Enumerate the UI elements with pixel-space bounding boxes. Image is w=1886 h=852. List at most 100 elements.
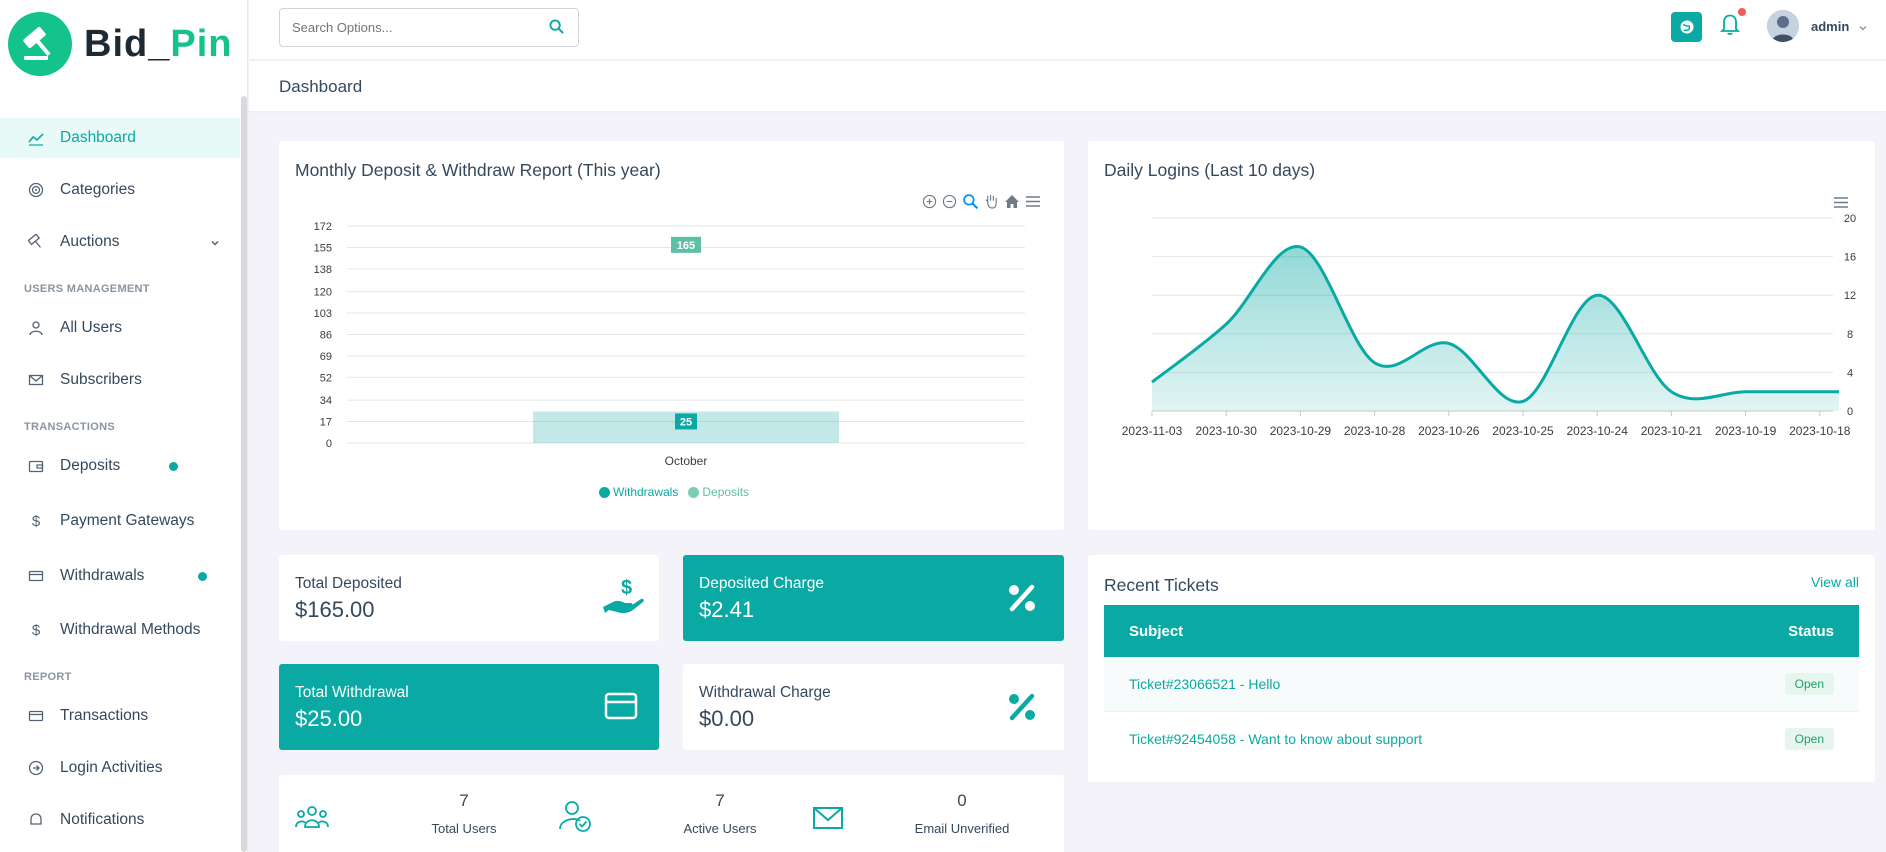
users-group-icon [295,803,329,836]
view-all-tickets-link[interactable]: View all [1811,574,1859,590]
sidebar-item-label: Subscribers [60,371,142,388]
y-tick-label: 16 [1844,252,1856,264]
sidebar-item-label: Auctions [60,233,120,250]
sidebar-item-transactions[interactable]: Transactions [0,696,240,736]
data-label-withdrawals: 25 [680,416,692,428]
stat-label: Total Deposited [295,575,402,592]
user-name[interactable]: admin [1811,19,1849,34]
stat-label: Deposited Charge [699,575,824,592]
globe-button[interactable] [1671,12,1702,42]
svg-text:$: $ [621,577,632,599]
stat-value: 7 [459,791,469,810]
y-tick-label: 52 [320,372,332,384]
stat-value: 7 [715,791,725,810]
x-tick-label: 2023-10-28 [1344,424,1406,438]
legend-deposits[interactable]: Deposits [688,485,749,499]
search-box [279,8,579,47]
sidebar-item-all-users[interactable]: All Users [0,308,240,348]
globe-icon [1680,20,1693,34]
stat-value: $2.41 [699,597,755,622]
search-input[interactable] [280,9,530,46]
table-row[interactable]: Ticket#92454058 - Want to know about sup… [1104,712,1859,767]
y-tick-label: 34 [320,395,332,407]
withdrawals-pending-dot [198,572,207,581]
sidebar-item-withdrawal-methods[interactable]: $ Withdrawal Methods [0,610,240,650]
notification-button[interactable] [1719,8,1746,41]
sidebar-item-label: Dashboard [60,129,136,146]
area-chart: 20 16 12 8 4 0 2023-11-03 2023-10-30 2023-10-29 2… [1122,213,1856,438]
total-deposited-card[interactable]: Total Deposited $165.00 $ [279,555,659,641]
x-tick-label: 2023-10-25 [1492,424,1554,438]
section-transactions: TRANSACTIONS [24,421,115,433]
ticket-subject-link[interactable]: Ticket#23066521 - Hello [1129,676,1280,692]
y-tick-label: 155 [314,242,332,254]
tickets-table-header: Subject Status [1104,605,1859,657]
bar-chart: 172 155 138 120 103 86 69 52 34 17 0 25 165 October [314,221,1025,468]
sign-in-icon [26,758,46,778]
y-tick-label: 12 [1844,290,1856,302]
sidebar-menu: Dashboard Categories Auctions USERS MANA… [0,118,240,840]
page-header: Dashboard [249,61,1886,111]
legend-withdrawals-label: Withdrawals [613,485,679,499]
credit-card-icon [26,706,46,726]
credit-card-icon [26,566,46,586]
wallet-icon [26,456,46,476]
data-label-deposits: 165 [677,240,695,252]
chart-legend: Withdrawals Deposits [599,485,749,499]
avatar[interactable] [1767,10,1799,42]
search-icon[interactable] [549,19,564,39]
sidebar-item-label: Withdrawals [60,567,145,584]
fingerprint-icon [26,180,46,200]
sidebar-item-label: Deposits [60,457,121,474]
ticket-subject-link[interactable]: Ticket#92454058 - Want to know about sup… [1129,731,1422,747]
chart-title: Monthly Deposit & Withdraw Report (This … [295,160,661,180]
y-tick-label: 69 [320,351,332,363]
legend-deposits-label: Deposits [702,485,750,499]
users-summary-card: 7 Total Users 7 Active Users 0 Email Unv… [279,775,1064,852]
recent-tickets-card: Recent Tickets View all Subject Status T… [1088,555,1875,782]
topbar: admin [249,0,1886,60]
tickets-title: Recent Tickets [1104,575,1219,595]
sidebar-item-label: Categories [60,181,135,198]
legend-withdrawals[interactable]: Withdrawals [599,485,678,499]
envelope-icon [812,806,844,835]
sidebar-item-subscribers[interactable]: Subscribers [0,360,240,400]
sidebar-item-label: Notifications [60,811,145,828]
stat-value: $0.00 [699,706,755,731]
chart-line-icon [26,128,46,148]
envelope-icon [26,370,46,390]
sidebar-item-categories[interactable]: Categories [0,170,240,210]
y-tick-label: 0 [1847,406,1853,418]
brand-logo[interactable]: Bid_Pin [8,12,232,76]
brand-name: Bid_Pin [84,23,232,66]
sidebar-item-payment-gateways[interactable]: $ Payment Gateways [0,501,240,541]
y-tick-label: 120 [314,287,332,299]
sidebar-item-withdrawals[interactable]: Withdrawals [0,556,240,596]
sidebar-item-label: Login Activities [60,759,163,776]
credit-card-icon [604,692,638,725]
status-badge: Open [1784,673,1834,695]
total-withdrawal-card[interactable]: Total Withdrawal $25.00 [279,664,659,750]
y-tick-label: 138 [314,264,332,276]
chart-title: Daily Logins (Last 10 days) [1104,160,1316,180]
y-tick-label: 0 [326,438,332,450]
sidebar-item-auctions[interactable]: Auctions [0,222,240,262]
sidebar-item-dashboard[interactable]: Dashboard [0,118,240,158]
table-row[interactable]: Ticket#23066521 - Hello Open [1104,657,1859,712]
sidebar-item-login-activities[interactable]: Login Activities [0,748,240,788]
sidebar-scrollbar[interactable] [241,96,247,852]
x-tick-label: 2023-10-29 [1270,424,1332,438]
deposited-charge-card[interactable]: Deposited Charge $2.41 [683,555,1064,641]
y-tick-label: 17 [320,417,332,429]
y-tick-label: 20 [1844,213,1856,225]
sidebar-item-deposits[interactable]: Deposits [0,446,240,486]
withdrawal-charge-card[interactable]: Withdrawal Charge $0.00 [683,664,1064,750]
sidebar-item-notifications[interactable]: Notifications [0,800,240,840]
y-tick-label: 172 [314,221,332,233]
deposit-withdraw-chart-card: Monthly Deposit & Withdraw Report (This … [279,141,1064,530]
y-tick-label: 86 [320,330,332,342]
y-tick-label: 8 [1847,329,1853,341]
chevron-down-icon[interactable] [1858,20,1868,38]
y-tick-label: 103 [314,308,332,320]
stat-label: Withdrawal Charge [699,684,831,701]
